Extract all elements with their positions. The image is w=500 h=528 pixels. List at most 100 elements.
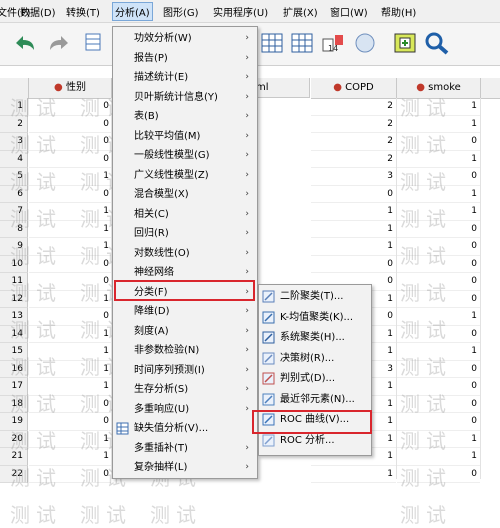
analyze-menu-item[interactable]: 时间序列预测(I) › <box>113 361 257 380</box>
cell-smoke[interactable]: 1 <box>397 186 480 203</box>
cell-copd[interactable]: 0 <box>311 186 396 203</box>
cell-sex[interactable]: 0 <box>29 413 111 431</box>
undo-icon[interactable] <box>12 31 38 55</box>
cell-smoke[interactable]: 0 <box>397 413 480 431</box>
cell-smoke[interactable]: 0 <box>397 273 480 291</box>
analyze-menu-item[interactable]: 表(B) › <box>113 107 257 126</box>
cell-sex[interactable]: 1 <box>29 238 111 256</box>
row-header[interactable]: 8 <box>0 220 28 238</box>
cell-sex[interactable]: 1 <box>29 326 111 343</box>
cell-sex[interactable]: 0 <box>29 98 111 116</box>
cell-sex[interactable]: 1 <box>29 168 111 186</box>
cell-smoke[interactable]: 0 <box>397 326 480 343</box>
weight-cases-icon[interactable] <box>290 31 316 55</box>
classify-menu-item[interactable]: 系统聚类(H)... <box>259 328 371 347</box>
analyze-menu-item[interactable]: 刻度(A) › <box>113 322 257 341</box>
analyze-menu-item[interactable]: 生存分析(S) › <box>113 380 257 399</box>
search-icon[interactable] <box>424 31 450 55</box>
row-header[interactable]: 12 <box>0 290 28 308</box>
row-header[interactable]: 11 <box>0 273 28 291</box>
cell-smoke[interactable]: 0 <box>397 238 480 256</box>
row-header[interactable]: 22 <box>0 465 28 483</box>
menu-utilities[interactable]: 实用程序(U) <box>213 4 268 19</box>
row-header[interactable]: 4 <box>0 150 28 168</box>
cell-smoke[interactable]: 0 <box>397 361 480 378</box>
menu-analyze[interactable]: 分析(A) <box>112 2 153 21</box>
analyze-menu-item[interactable]: 描述统计(E) › <box>113 68 257 87</box>
cell-smoke[interactable]: 1 <box>397 203 480 221</box>
analyze-menu-item[interactable]: 对数线性(O) › <box>113 244 257 263</box>
analyze-menu-item[interactable]: 功效分析(W) › <box>113 29 257 48</box>
cell-copd[interactable]: 3 <box>311 168 396 186</box>
analyze-menu-item[interactable]: 相关(C) › <box>113 205 257 224</box>
row-header[interactable]: 18 <box>0 395 28 413</box>
menu-graphs[interactable]: 图形(G) <box>163 4 199 19</box>
menu-window[interactable]: 窗口(W) <box>330 4 368 19</box>
cell-copd[interactable]: 2 <box>311 151 396 168</box>
cell-smoke[interactable]: 0 <box>397 221 480 238</box>
row-header[interactable]: 21 <box>0 448 28 466</box>
cell-sex[interactable]: 0 <box>29 308 111 326</box>
classify-menu-item[interactable]: 二阶聚类(T)... <box>259 287 371 306</box>
menu-data[interactable]: 数据(D) <box>20 4 56 19</box>
column-header-sex[interactable]: ● 性别 <box>29 78 112 99</box>
classify-menu-item[interactable]: K-均值聚类(K)... <box>259 308 371 327</box>
column-header-copd[interactable]: ● COPD <box>311 78 397 99</box>
cell-sex[interactable]: 1 <box>29 203 111 221</box>
classify-menu-item[interactable]: 判别式(D)... <box>259 369 371 388</box>
menu-extensions[interactable]: 扩展(X) <box>283 4 318 19</box>
classify-menu-item[interactable]: 决策树(R)... <box>259 349 371 368</box>
analyze-menu-item[interactable]: 报告(P) › <box>113 49 257 68</box>
cell-sex[interactable]: 1 <box>29 378 111 396</box>
cell-sex[interactable]: 0 <box>29 256 111 273</box>
row-header[interactable]: 5 <box>0 168 28 186</box>
cell-sex[interactable]: 0 <box>29 186 111 203</box>
cell-copd[interactable]: 2 <box>311 98 396 116</box>
cell-copd[interactable]: 1 <box>311 203 396 221</box>
cell-sex[interactable]: 0 <box>29 116 111 133</box>
menu-help[interactable]: 帮助(H) <box>381 4 416 19</box>
cell-smoke[interactable]: 1 <box>397 98 480 116</box>
row-header[interactable]: 2 <box>0 115 28 133</box>
cell-copd[interactable]: 2 <box>311 116 396 133</box>
cell-sex[interactable]: 0 <box>29 133 111 151</box>
row-header[interactable]: 19 <box>0 413 28 431</box>
cell-copd[interactable]: 1 <box>311 238 396 256</box>
cell-smoke[interactable]: 1 <box>397 308 480 326</box>
cell-copd[interactable]: 0 <box>311 256 396 273</box>
analyze-menu-item[interactable]: 缺失值分析(V)... <box>113 419 257 438</box>
cell-copd[interactable]: 2 <box>311 133 396 151</box>
cell-sex[interactable]: 0 <box>29 151 111 168</box>
row-header[interactable]: 14 <box>0 325 28 343</box>
analyze-menu-item[interactable]: 一般线性模型(G) › <box>113 146 257 165</box>
cell-smoke[interactable]: 0 <box>397 396 480 413</box>
redo-icon[interactable] <box>46 31 72 55</box>
cell-smoke[interactable]: 1 <box>397 448 480 466</box>
analyze-menu-item[interactable]: 复杂抽样(L) › <box>113 458 257 477</box>
cell-copd[interactable]: 1 <box>311 466 396 483</box>
analyze-menu-item[interactable]: 多重响应(U) › <box>113 400 257 419</box>
row-header[interactable]: 20 <box>0 430 28 448</box>
cell-smoke[interactable]: 0 <box>397 291 480 308</box>
row-header[interactable]: 10 <box>0 255 28 273</box>
cell-sex[interactable]: 1 <box>29 291 111 308</box>
menu-transform[interactable]: 转换(T) <box>66 4 100 19</box>
cell-copd[interactable]: 1 <box>311 221 396 238</box>
cell-smoke[interactable]: 1 <box>397 116 480 133</box>
row-header[interactable]: 9 <box>0 238 28 256</box>
row-header[interactable]: 15 <box>0 343 28 361</box>
row-header[interactable]: 13 <box>0 308 28 326</box>
goto-case-icon[interactable] <box>84 31 110 55</box>
row-header[interactable]: 17 <box>0 378 28 396</box>
classify-menu-item[interactable]: 最近邻元素(N)... <box>259 390 371 409</box>
row-header[interactable]: 3 <box>0 133 28 151</box>
cell-sex[interactable]: 1 <box>29 361 111 378</box>
cell-sex[interactable]: 1 <box>29 431 111 448</box>
analyze-menu-item[interactable]: 非参数检验(N) › <box>113 341 257 360</box>
cell-sex[interactable]: 1 <box>29 448 111 466</box>
cell-sex[interactable]: 1 <box>29 343 111 361</box>
row-header[interactable]: 1 <box>0 98 28 116</box>
analyze-menu-item[interactable]: 降维(D) › <box>113 302 257 321</box>
value-labels-icon[interactable] <box>352 31 378 55</box>
cell-smoke[interactable]: 1 <box>397 151 480 168</box>
